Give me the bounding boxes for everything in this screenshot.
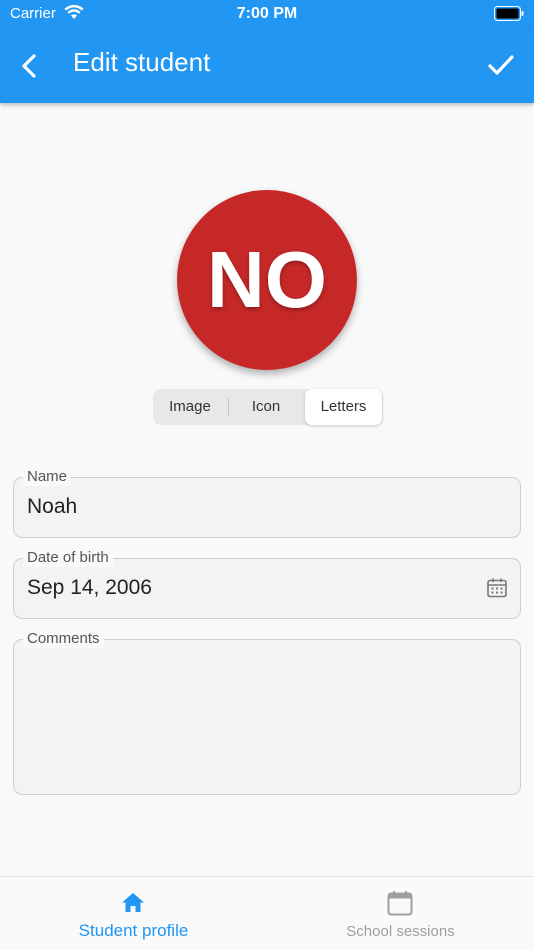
check-icon [488,55,514,75]
nav-student-profile[interactable]: Student profile [0,877,267,950]
nav-school-sessions-label: School sessions [346,923,455,940]
clock-label: 7:00 PM [236,5,298,22]
date-of-birth-value: Sep 14, 2006 [27,576,152,599]
date-of-birth-field[interactable]: Date of birth Sep 14, 2006 [13,549,521,619]
bottom-navigation: Student profile School sessions [0,876,534,950]
date-of-birth-label: Date of birth [23,549,113,567]
app-bar: Edit student [0,28,534,103]
back-button[interactable] [12,48,48,84]
home-icon [119,889,147,917]
avatar-type-selector: Image Icon Letters [153,389,383,425]
avatar[interactable]: NO [177,190,357,370]
nav-school-sessions[interactable]: School sessions [267,877,534,950]
comments-field[interactable]: Comments [13,630,521,795]
page-title: Edit student [73,47,211,77]
calendar-icon[interactable] [486,577,508,599]
name-label: Name [23,468,72,486]
segment-letters[interactable]: Letters [305,389,382,425]
nav-student-profile-label: Student profile [78,921,189,940]
avatar-letters: NO [207,235,327,324]
save-button[interactable] [482,46,520,84]
segment-icon[interactable]: Icon [229,389,303,425]
battery-icon [494,6,524,26]
segment-image[interactable]: Image [153,389,227,425]
status-bar: Carrier 7:00 PM [0,0,534,28]
calendar-icon [386,889,414,917]
name-value: Noah [27,495,78,518]
comments-label: Comments [23,630,104,648]
name-field[interactable]: Name Noah [13,468,521,538]
